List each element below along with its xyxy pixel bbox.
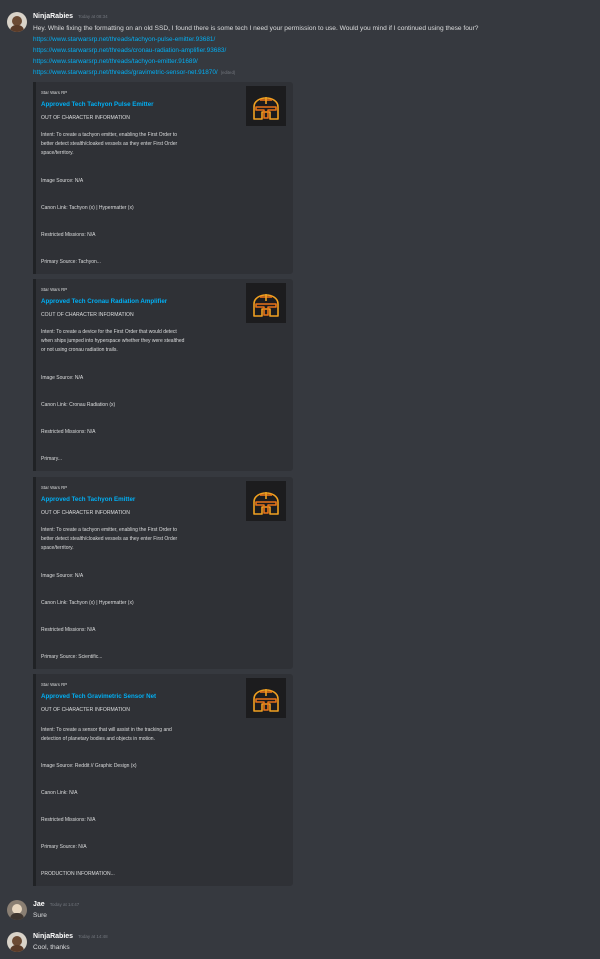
embed-provider[interactable]: Star Wars RP	[41, 682, 67, 687]
embed-description: better detect stealth/cloaked vessels as…	[41, 141, 178, 147]
link-embed: Star Wars RP Approved Tech Cronau Radiat…	[33, 279, 293, 471]
embed-description: space/territory.	[41, 150, 74, 156]
embed-subtitle: OUT OF CHARACTER INFORMATION	[41, 115, 130, 121]
embed-title[interactable]: Approved Tech Tachyon Pulse Emitter	[41, 101, 154, 108]
timestamp: Today at 14:47	[49, 902, 80, 907]
embed-subtitle: COUT OF CHARACTER INFORMATION	[41, 312, 134, 318]
message-text: Sure	[33, 912, 47, 919]
mandalorian-helmet-icon[interactable]	[246, 678, 286, 718]
message-text: Cool, thanks	[33, 944, 70, 951]
embed-subtitle: OUT OF CHARACTER INFORMATION	[41, 510, 130, 516]
embed-description: detection of planetary bodies and object…	[41, 736, 155, 742]
embed-title[interactable]: Approved Tech Gravimetric Sensor Net	[41, 693, 156, 700]
embed-field: Primary Source: Scientific...	[41, 654, 103, 660]
link-embed: Star Wars RP Approved Tech Tachyon Emitt…	[33, 477, 293, 669]
embed-field: Restricted Missions: N/A	[41, 232, 96, 238]
mandalorian-helmet-icon[interactable]	[246, 481, 286, 521]
embed-field: Image Source: Reddit // Graphic Design (…	[41, 763, 137, 769]
link-embed: Star Wars RP Approved Tech Gravimetric S…	[33, 674, 293, 886]
embed-description: or not using cronau radiation trails.	[41, 347, 118, 353]
username[interactable]: NinjaRabies	[33, 933, 73, 940]
user-avatar-icon[interactable]	[7, 12, 27, 32]
embed-field: Primary Source: N/A	[41, 844, 87, 850]
username[interactable]: Jae	[33, 901, 45, 908]
message-link[interactable]: https://www.starwarsrp.net/threads/tachy…	[33, 58, 198, 65]
embed-description: better detect stealth/cloaked vessels as…	[41, 536, 178, 542]
embed-field: Primary...	[41, 456, 63, 462]
embed-field: Image Source: N/A	[41, 178, 84, 184]
embed-provider[interactable]: Star Wars RP	[41, 287, 67, 292]
message-link[interactable]: https://www.starwarsrp.net/threads/gravi…	[33, 69, 218, 76]
embed-field: Restricted Missions: N/A	[41, 429, 96, 435]
embed-field: Canon Link: Tachyon (x) | Hypermatter (x…	[41, 205, 134, 211]
mandalorian-helmet-icon[interactable]	[246, 86, 286, 126]
timestamp: Today at 14:48	[78, 934, 108, 939]
user-avatar-icon[interactable]	[7, 900, 27, 920]
edited-marker: (edited)	[220, 70, 236, 75]
embed-title[interactable]: Approved Tech Tachyon Emitter	[41, 496, 135, 503]
embed-field: Canon Link: Tachyon (x) | Hypermatter (x…	[41, 600, 134, 606]
embed-title[interactable]: Approved Tech Cronau Radiation Amplifier	[41, 298, 167, 305]
embed-provider[interactable]: Star Wars RP	[41, 90, 67, 95]
embed-field: Image Source: N/A	[41, 375, 84, 381]
embed-field: PRODUCTION INFORMATION...	[41, 871, 115, 877]
link-embed: Star Wars RP Approved Tech Tachyon Pulse…	[33, 82, 293, 274]
embed-subtitle: OUT OF CHARACTER INFORMATION	[41, 707, 130, 713]
embed-description: space/territory.	[41, 545, 74, 551]
embed-field: Restricted Missions: N/A	[41, 627, 96, 633]
embed-provider[interactable]: Star Wars RP	[41, 485, 67, 490]
embed-description: Intent: To create a sensor that will ass…	[41, 727, 172, 733]
message-text: Hey. While fixing the formatting on an o…	[33, 25, 479, 32]
message-link[interactable]: https://www.starwarsrp.net/threads/tachy…	[33, 36, 215, 43]
user-avatar-icon[interactable]	[7, 932, 27, 952]
embed-description: Intent: To create a device for the First…	[41, 329, 177, 335]
embed-field: Canon Link: N/A	[41, 790, 78, 796]
embed-field: Primary Source: Tachyon...	[41, 259, 101, 265]
embed-description: Intent: To create a tachyon emitter, ena…	[41, 527, 178, 533]
embed-field: Restricted Missions: N/A	[41, 817, 96, 823]
mandalorian-helmet-icon[interactable]	[246, 283, 286, 323]
embed-field: Canon Link: Cronau Radiation (x)	[41, 402, 116, 408]
username[interactable]: NinjaRabies	[33, 13, 73, 20]
embed-field: Image Source: N/A	[41, 573, 84, 579]
timestamp: Today at 08:34	[78, 14, 108, 19]
embed-description: Intent: To create a tachyon emitter, ena…	[41, 132, 178, 138]
message-link[interactable]: https://www.starwarsrp.net/threads/crona…	[33, 47, 226, 54]
embed-description: when ships jumped into hyperspace whethe…	[41, 338, 185, 344]
